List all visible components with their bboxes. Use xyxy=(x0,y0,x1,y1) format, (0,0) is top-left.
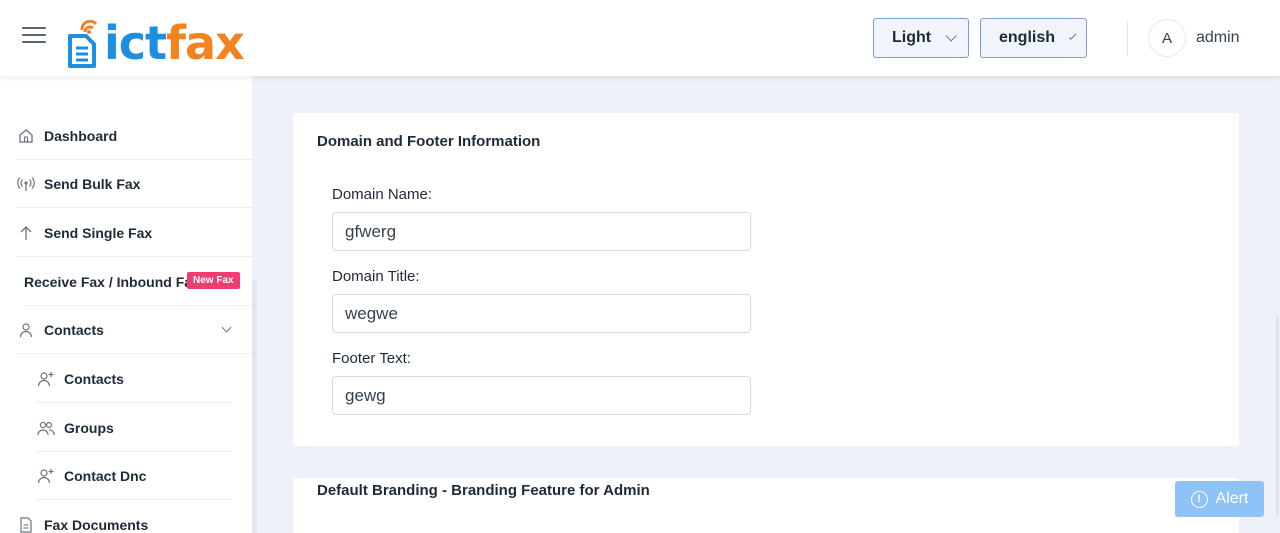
menu-icon[interactable] xyxy=(22,27,46,47)
top-header: ictfax Light english A admin xyxy=(0,0,1280,76)
sidebar-item-label: Send Single Fax xyxy=(44,224,153,241)
users-icon xyxy=(36,418,56,438)
domain-title-label: Domain Title: xyxy=(332,268,420,285)
sidebar-item-label: Contact Dnc xyxy=(64,467,147,484)
sidebar-item-contacts-group[interactable]: Contacts xyxy=(16,306,252,354)
domain-name-input[interactable] xyxy=(332,212,751,251)
footer-text-label: Footer Text: xyxy=(332,350,411,367)
new-fax-badge: New Fax xyxy=(187,272,240,289)
domain-footer-card: Domain and Footer Information Domain Nam… xyxy=(293,113,1239,446)
domain-title-input[interactable] xyxy=(332,294,751,333)
arrow-up-icon xyxy=(16,223,36,243)
avatar[interactable]: A xyxy=(1148,19,1186,57)
chevron-down-icon xyxy=(221,322,232,333)
language-select-value: english xyxy=(999,29,1056,46)
sidebar-item-receive-fax[interactable]: Receive Fax / Inbound Fax New Fax xyxy=(24,258,252,306)
sidebar-item-send-bulk-fax[interactable]: Send Bulk Fax xyxy=(16,160,252,208)
section-title: Domain and Footer Information xyxy=(317,133,541,150)
app-logo[interactable]: ictfax xyxy=(66,8,276,70)
document-icon xyxy=(16,515,36,533)
alert-circle-icon: ! xyxy=(1190,490,1208,508)
domain-name-label: Domain Name: xyxy=(332,186,433,203)
sidebar-item-label: Contacts xyxy=(44,321,104,338)
sidebar: Dashboard Send Bulk Fax Send Single Fax … xyxy=(0,76,252,533)
logo-wordmark: ictfax xyxy=(104,16,245,70)
language-select[interactable]: english xyxy=(980,18,1087,58)
username[interactable]: admin xyxy=(1196,29,1240,47)
sidebar-item-label: Dashboard xyxy=(44,127,118,144)
user-plus-icon xyxy=(36,466,56,486)
sidebar-item-label: Receive Fax / Inbound Fax xyxy=(24,273,200,290)
sidebar-item-label: Contacts xyxy=(64,370,124,387)
sidebar-item-contact-dnc[interactable]: Contact Dnc xyxy=(36,452,232,500)
broadcast-icon xyxy=(16,174,36,194)
chevron-down-icon xyxy=(945,30,957,42)
alert-button[interactable]: ! Alert xyxy=(1175,481,1264,517)
user-plus-icon xyxy=(36,369,56,389)
sidebar-item-contacts[interactable]: Contacts xyxy=(36,355,232,403)
sidebar-item-label: Groups xyxy=(64,419,114,436)
scrollbar[interactable] xyxy=(1276,316,1279,516)
chevron-down-icon xyxy=(1068,31,1077,40)
sidebar-item-groups[interactable]: Groups xyxy=(36,404,232,452)
footer-text-input[interactable] xyxy=(332,376,751,415)
theme-select-value: Light xyxy=(892,29,932,46)
theme-select[interactable]: Light xyxy=(873,18,969,58)
sidebar-edge xyxy=(252,280,257,533)
header-divider xyxy=(1127,20,1128,56)
sidebar-item-label: Send Bulk Fax xyxy=(44,175,141,192)
home-icon xyxy=(16,126,36,146)
sidebar-item-fax-documents[interactable]: Fax Documents xyxy=(16,501,252,533)
fax-document-icon xyxy=(68,20,98,68)
sidebar-item-label: Fax Documents xyxy=(44,517,149,533)
sidebar-item-dashboard[interactable]: Dashboard xyxy=(16,112,252,160)
sidebar-item-send-single-fax[interactable]: Send Single Fax xyxy=(16,209,252,257)
user-icon xyxy=(16,320,36,340)
alert-button-label: Alert xyxy=(1215,490,1249,507)
section-title: Default Branding - Branding Feature for … xyxy=(317,482,650,499)
default-branding-card: Default Branding - Branding Feature for … xyxy=(293,478,1239,533)
